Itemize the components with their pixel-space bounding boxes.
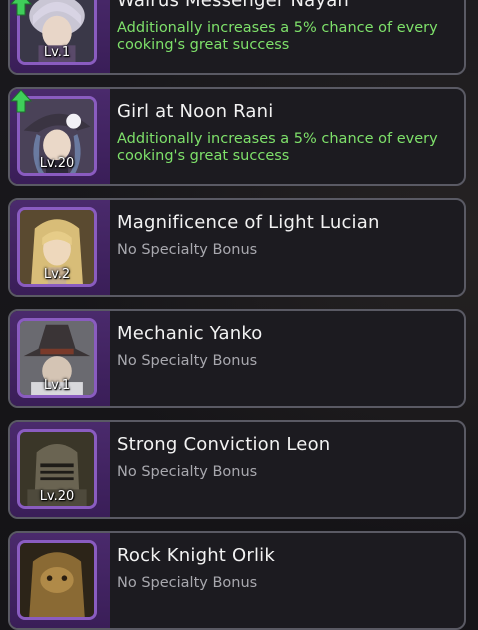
level-label: Lv.20 [39,156,75,171]
specialty-bonus-text: Additionally increases a 5% chance of ev… [117,131,438,164]
character-card-orlik[interactable]: Rock Knight Orlik No Specialty Bonus [8,531,466,630]
character-portrait [17,540,97,620]
character-card-yanko[interactable]: Lv.1 Mechanic Yanko No Specialty Bonus [8,309,466,408]
character-name: Mechanic Yanko [117,323,263,344]
character-portrait: Lv.1 [17,318,97,398]
rock-knight-orlik-portrait [20,543,94,617]
specialty-bonus-text: No Specialty Bonus [117,353,258,369]
character-card-rani[interactable]: Lv.20 Girl at Noon Rani Additionally inc… [8,87,466,186]
level-label: Lv.1 [43,378,71,393]
character-name: Girl at Noon Rani [117,101,274,122]
level-label: Lv.20 [39,489,75,504]
character-name: Magnificence of Light Lucian [117,212,380,233]
specialty-bonus-text: No Specialty Bonus [117,575,258,591]
specialty-bonus-text: No Specialty Bonus [117,242,258,258]
upgrade-arrow-icon [10,89,32,113]
character-portrait: Lv.2 [17,207,97,287]
character-card-leon[interactable]: Lv.20 Strong Conviction Leon No Specialt… [8,420,466,519]
specialty-bonus-text: Additionally increases a 5% chance of ev… [117,20,438,53]
character-portrait: Lv.20 [17,429,97,509]
character-card-lucian[interactable]: Lv.2 Magnificence of Light Lucian No Spe… [8,198,466,297]
specialty-bonus-text: No Specialty Bonus [117,464,258,480]
character-name: Rock Knight Orlik [117,545,275,566]
character-card-nayan[interactable]: Lv.1 Walrus Messenger Nayan Additionally… [8,0,466,75]
level-label: Lv.2 [43,267,71,282]
character-list[interactable]: Lv.1 Walrus Messenger Nayan Additionally… [0,0,478,630]
upgrade-arrow-icon [10,0,32,16]
character-name: Walrus Messenger Nayan [117,0,350,11]
character-name: Strong Conviction Leon [117,434,331,455]
level-label: Lv.1 [43,45,71,60]
